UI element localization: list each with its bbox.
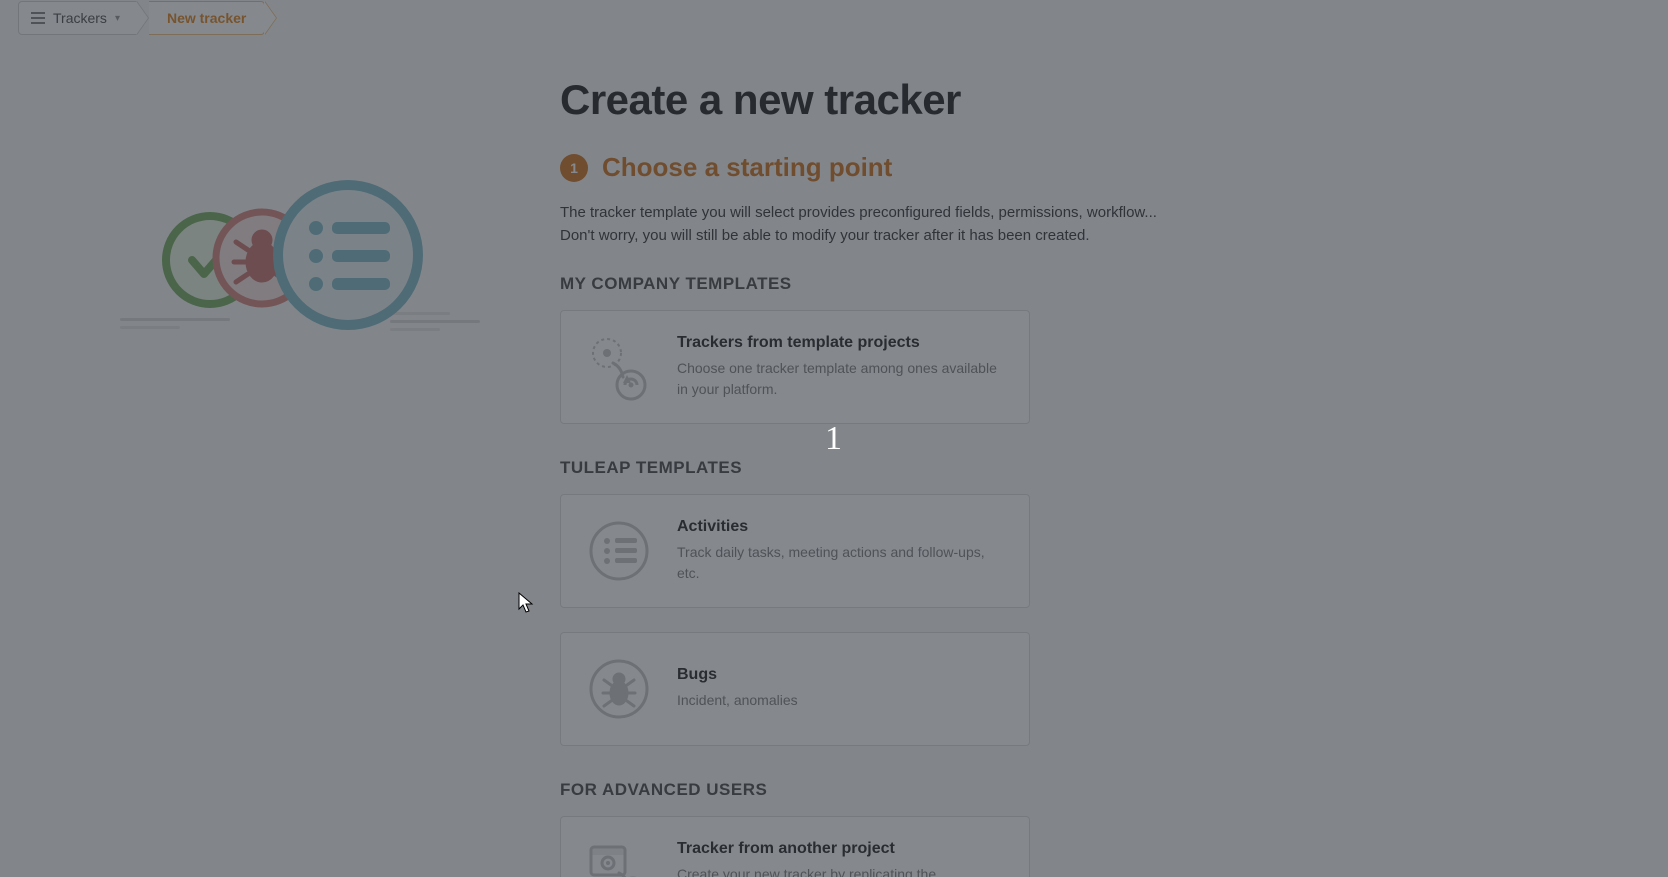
card-activities[interactable]: Activities Track daily tasks, meeting ac… [560,494,1030,608]
app-root: Trackers ▾ New tracker [0,0,1668,877]
main-column: Create a new tracker 1 Choose a starting… [560,76,1520,877]
card-desc: Track daily tasks, meeting actions and f… [677,542,1007,583]
advanced-cards: Tracker from another project Create your… [560,816,1520,877]
card-title: Trackers from template projects [677,334,1007,352]
breadcrumb-new-label: New tracker [167,10,246,26]
step-header: 1 Choose a starting point [560,152,1520,183]
card-bugs[interactable]: Bugs Incident, anomalies [560,632,1030,746]
card-desc: Create your new tracker by replicating t… [677,864,1007,877]
breadcrumb-divider-end [264,1,276,35]
step-desc-line1: The tracker template you will select pro… [560,204,1157,221]
step-title: Choose a starting point [602,152,892,183]
template-download-icon [583,331,655,403]
step-number-badge: 1 [560,154,588,182]
breadcrumb: Trackers ▾ New tracker [18,1,277,35]
list-icon [31,12,45,24]
step-description: The tracker template you will select pro… [560,201,1200,248]
hero-illustration [60,100,500,360]
card-title: Activities [677,518,1007,536]
bugs-icon [583,653,655,725]
replicate-icon [583,837,655,877]
page-title: Create a new tracker [560,76,1520,124]
cursor-icon [518,592,536,614]
card-title: Tracker from another project [677,840,1007,858]
breadcrumb-trackers[interactable]: Trackers ▾ [18,1,137,35]
section-company-templates: MY COMPANY TEMPLATES [560,274,1520,294]
section-advanced: FOR ADVANCED USERS [560,780,1520,800]
section-tuleap-templates: TULEAP TEMPLATES [560,458,1520,478]
card-title: Bugs [677,666,1007,684]
card-desc: Incident, anomalies [677,690,1007,710]
tuleap-cards: Activities Track daily tasks, meeting ac… [560,494,1520,746]
breadcrumb-trackers-label: Trackers [53,10,107,26]
company-cards: Trackers from template projects Choose o… [560,310,1520,424]
card-trackers-from-templates[interactable]: Trackers from template projects Choose o… [560,310,1030,424]
card-desc: Choose one tracker template among ones a… [677,358,1007,399]
breadcrumb-new-tracker[interactable]: New tracker [149,1,265,35]
breadcrumb-divider [136,1,148,35]
activities-icon [583,515,655,587]
card-tracker-another-project[interactable]: Tracker from another project Create your… [560,816,1030,877]
chevron-down-icon: ▾ [115,13,120,24]
step-desc-line2: Don't worry, you will still be able to m… [560,227,1089,244]
